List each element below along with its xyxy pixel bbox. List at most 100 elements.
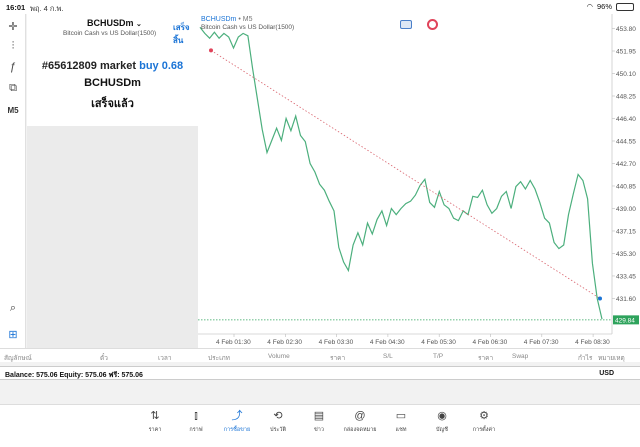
chart-canvas: 453.80 451.95 450.10 448.25 446.40 444.55 442.… bbox=[198, 14, 639, 346]
trade-icon: ⤴ bbox=[231, 410, 243, 422]
nav-chat[interactable]: ▭ แชท bbox=[383, 409, 419, 434]
wifi-icon: ◠ bbox=[586, 2, 593, 11]
trade-levels-icon[interactable] bbox=[427, 19, 438, 30]
x-tick-label: 4 Feb 03:30 bbox=[319, 339, 354, 346]
y-tick-label: 435.30 bbox=[616, 251, 636, 258]
nav-charts[interactable]: ⫾ กราฟ bbox=[178, 409, 214, 434]
y-tick-label: 440.85 bbox=[616, 183, 636, 190]
account-currency: USD bbox=[599, 370, 614, 377]
nav-settings[interactable]: ⚙ การตั้งค่า bbox=[466, 409, 502, 434]
history-icon: ⟲ bbox=[273, 410, 283, 422]
nav-trade-label: การซื้อขาย bbox=[223, 427, 251, 433]
balance-summary: Balance: 575.06 Equity: 575.06 ฟรี: 575.… bbox=[5, 372, 143, 379]
price-series-line bbox=[199, 26, 603, 320]
x-tick-label: 4 Feb 07:30 bbox=[524, 339, 559, 346]
accounts-icon: ◉ bbox=[437, 410, 447, 422]
nav-mailbox-label: กล่องจดหมาย bbox=[343, 427, 377, 433]
chart-timeframe: M5 bbox=[242, 16, 253, 23]
crosshair-icon[interactable]: ✛ bbox=[4, 18, 22, 34]
col-type: ประเภท bbox=[208, 355, 230, 362]
nav-chat-label: แชท bbox=[395, 427, 407, 433]
y-tick-label: 444.55 bbox=[616, 138, 636, 145]
timeframe-button[interactable]: M5 bbox=[4, 102, 22, 118]
order-ticket-line: #65612809 market buy 0.68 bbox=[27, 60, 198, 72]
nav-quotes[interactable]: ⇅ ราคา bbox=[137, 409, 173, 434]
nav-history[interactable]: ⟲ ประวัติ bbox=[260, 409, 296, 434]
y-tick-label: 446.40 bbox=[616, 116, 636, 123]
col-symbol: สัญลักษณ์ bbox=[4, 355, 32, 362]
trend-line bbox=[210, 50, 601, 299]
trades-table-header: สัญลักษณ์ ตั๋ว เวลา ประเภท Volume ราคา S… bbox=[0, 348, 640, 362]
done-button[interactable]: เสร็จสิ้น bbox=[173, 21, 198, 47]
y-tick-label: 433.45 bbox=[616, 273, 636, 280]
add-chart-icon[interactable]: ⊞ bbox=[4, 326, 22, 342]
chart-description: Bitcoin Cash vs US Dollar(1500) bbox=[201, 24, 295, 31]
col-profit: กำไร bbox=[578, 355, 593, 362]
nav-quotes-label: ราคา bbox=[148, 427, 162, 433]
chat-icon: ▭ bbox=[395, 410, 407, 422]
order-symbol: BCHUSDm bbox=[84, 77, 141, 89]
order-action: buy 0.68 bbox=[139, 60, 184, 72]
col-swap: Swap bbox=[512, 353, 529, 360]
x-tick-label: 4 Feb 02:30 bbox=[267, 339, 302, 346]
news-icon: ▤ bbox=[313, 410, 325, 422]
col-price: ราคา bbox=[330, 355, 346, 362]
chart-toolbar: ✛ ⫶ ƒ ⧉ M5 ⌕ ⊞ bbox=[0, 14, 26, 348]
x-tick-label: 4 Feb 01:30 bbox=[216, 339, 251, 346]
chevron-down-icon: ⌄ bbox=[136, 21, 142, 28]
charts-icon: ⫾ bbox=[194, 410, 198, 422]
y-tick-label: 453.80 bbox=[616, 26, 636, 33]
quotes-icon: ⇅ bbox=[150, 410, 160, 422]
battery-percent: 96% bbox=[596, 2, 612, 11]
nav-news[interactable]: ▤ ข่าว bbox=[301, 409, 337, 434]
nav-charts-label: กราฟ bbox=[189, 427, 203, 433]
col-tp: T/P bbox=[433, 353, 444, 360]
col-ticket: ตั๋ว bbox=[100, 355, 108, 362]
settings-icon: ⚙ bbox=[479, 410, 489, 422]
exit-marker bbox=[598, 296, 602, 301]
nav-accounts-label: บัญชี bbox=[436, 427, 448, 433]
order-status: เสร็จแล้ว bbox=[91, 98, 134, 110]
nav-settings-label: การตั้งค่า bbox=[472, 427, 496, 433]
symbol-selector[interactable]: BCHUSDm ⌄ bbox=[87, 18, 142, 28]
x-tick-label: 4 Feb 06:30 bbox=[473, 339, 508, 346]
col-current-price: ราคา bbox=[478, 355, 494, 362]
x-tick-label: 4 Feb 04:30 bbox=[370, 339, 405, 346]
current-price-label: 429.84 bbox=[615, 317, 635, 324]
chart-symbol: BCHUSDm bbox=[201, 16, 237, 23]
search-icon[interactable]: ⌕ bbox=[4, 300, 22, 316]
col-volume: Volume bbox=[268, 353, 290, 360]
y-tick-label: 439.00 bbox=[616, 206, 636, 213]
bottom-navigation: ⇅ ราคา ⫾ กราฟ ⤴ การซื้อขาย ⟲ ประวัติ ▤ ข่าว @… bbox=[0, 404, 640, 447]
x-tick-label: 4 Feb 05:30 bbox=[421, 339, 456, 346]
clock: 16:01 bbox=[6, 3, 26, 12]
x-tick-label: 4 Feb 08:30 bbox=[575, 339, 610, 346]
y-tick-label: 437.15 bbox=[616, 228, 636, 235]
y-tick-label: 450.10 bbox=[616, 71, 636, 78]
status-bar: 16:01 พฤ. 4 ก.พ. ◠ 96% bbox=[0, 0, 640, 14]
y-tick-label: 442.70 bbox=[616, 161, 636, 168]
objects-icon[interactable]: ⧉ bbox=[4, 80, 22, 96]
col-comment: หมายเหตุ bbox=[598, 355, 625, 362]
chart-title: BCHUSDm • M5 bbox=[201, 16, 253, 23]
nav-mailbox[interactable]: @ กล่องจดหมาย bbox=[342, 409, 378, 434]
one-click-trading-icon[interactable] bbox=[400, 20, 412, 29]
price-chart[interactable]: 453.80 451.95 450.10 448.25 446.40 444.55 442.… bbox=[198, 14, 640, 348]
indicators-icon[interactable]: ⫶ bbox=[4, 38, 22, 54]
symbol-name: BCHUSDm bbox=[87, 18, 134, 28]
entry-marker bbox=[209, 48, 213, 53]
col-sl: S/L bbox=[383, 353, 393, 360]
symbol-description: Bitcoin Cash vs US Dollar(1500) bbox=[63, 30, 157, 37]
mailbox-icon: @ bbox=[354, 410, 366, 422]
y-tick-label: 451.95 bbox=[616, 49, 636, 56]
balance-bar: Balance: 575.06 Equity: 575.06 ฟรี: 575.… bbox=[0, 366, 640, 380]
nav-accounts[interactable]: ◉ บัญชี bbox=[424, 409, 460, 434]
function-icon[interactable]: ƒ bbox=[4, 59, 22, 75]
order-panel: BCHUSDm ⌄ Bitcoin Cash vs US Dollar(1500… bbox=[27, 14, 198, 348]
order-result-card: BCHUSDm ⌄ Bitcoin Cash vs US Dollar(1500… bbox=[27, 14, 198, 126]
y-tick-label: 448.25 bbox=[616, 94, 636, 101]
battery-icon bbox=[616, 2, 634, 11]
order-ticket: #65612809 market bbox=[41, 60, 137, 72]
y-tick-label: 431.60 bbox=[616, 296, 636, 303]
nav-trade[interactable]: ⤴ การซื้อขาย bbox=[219, 409, 255, 434]
